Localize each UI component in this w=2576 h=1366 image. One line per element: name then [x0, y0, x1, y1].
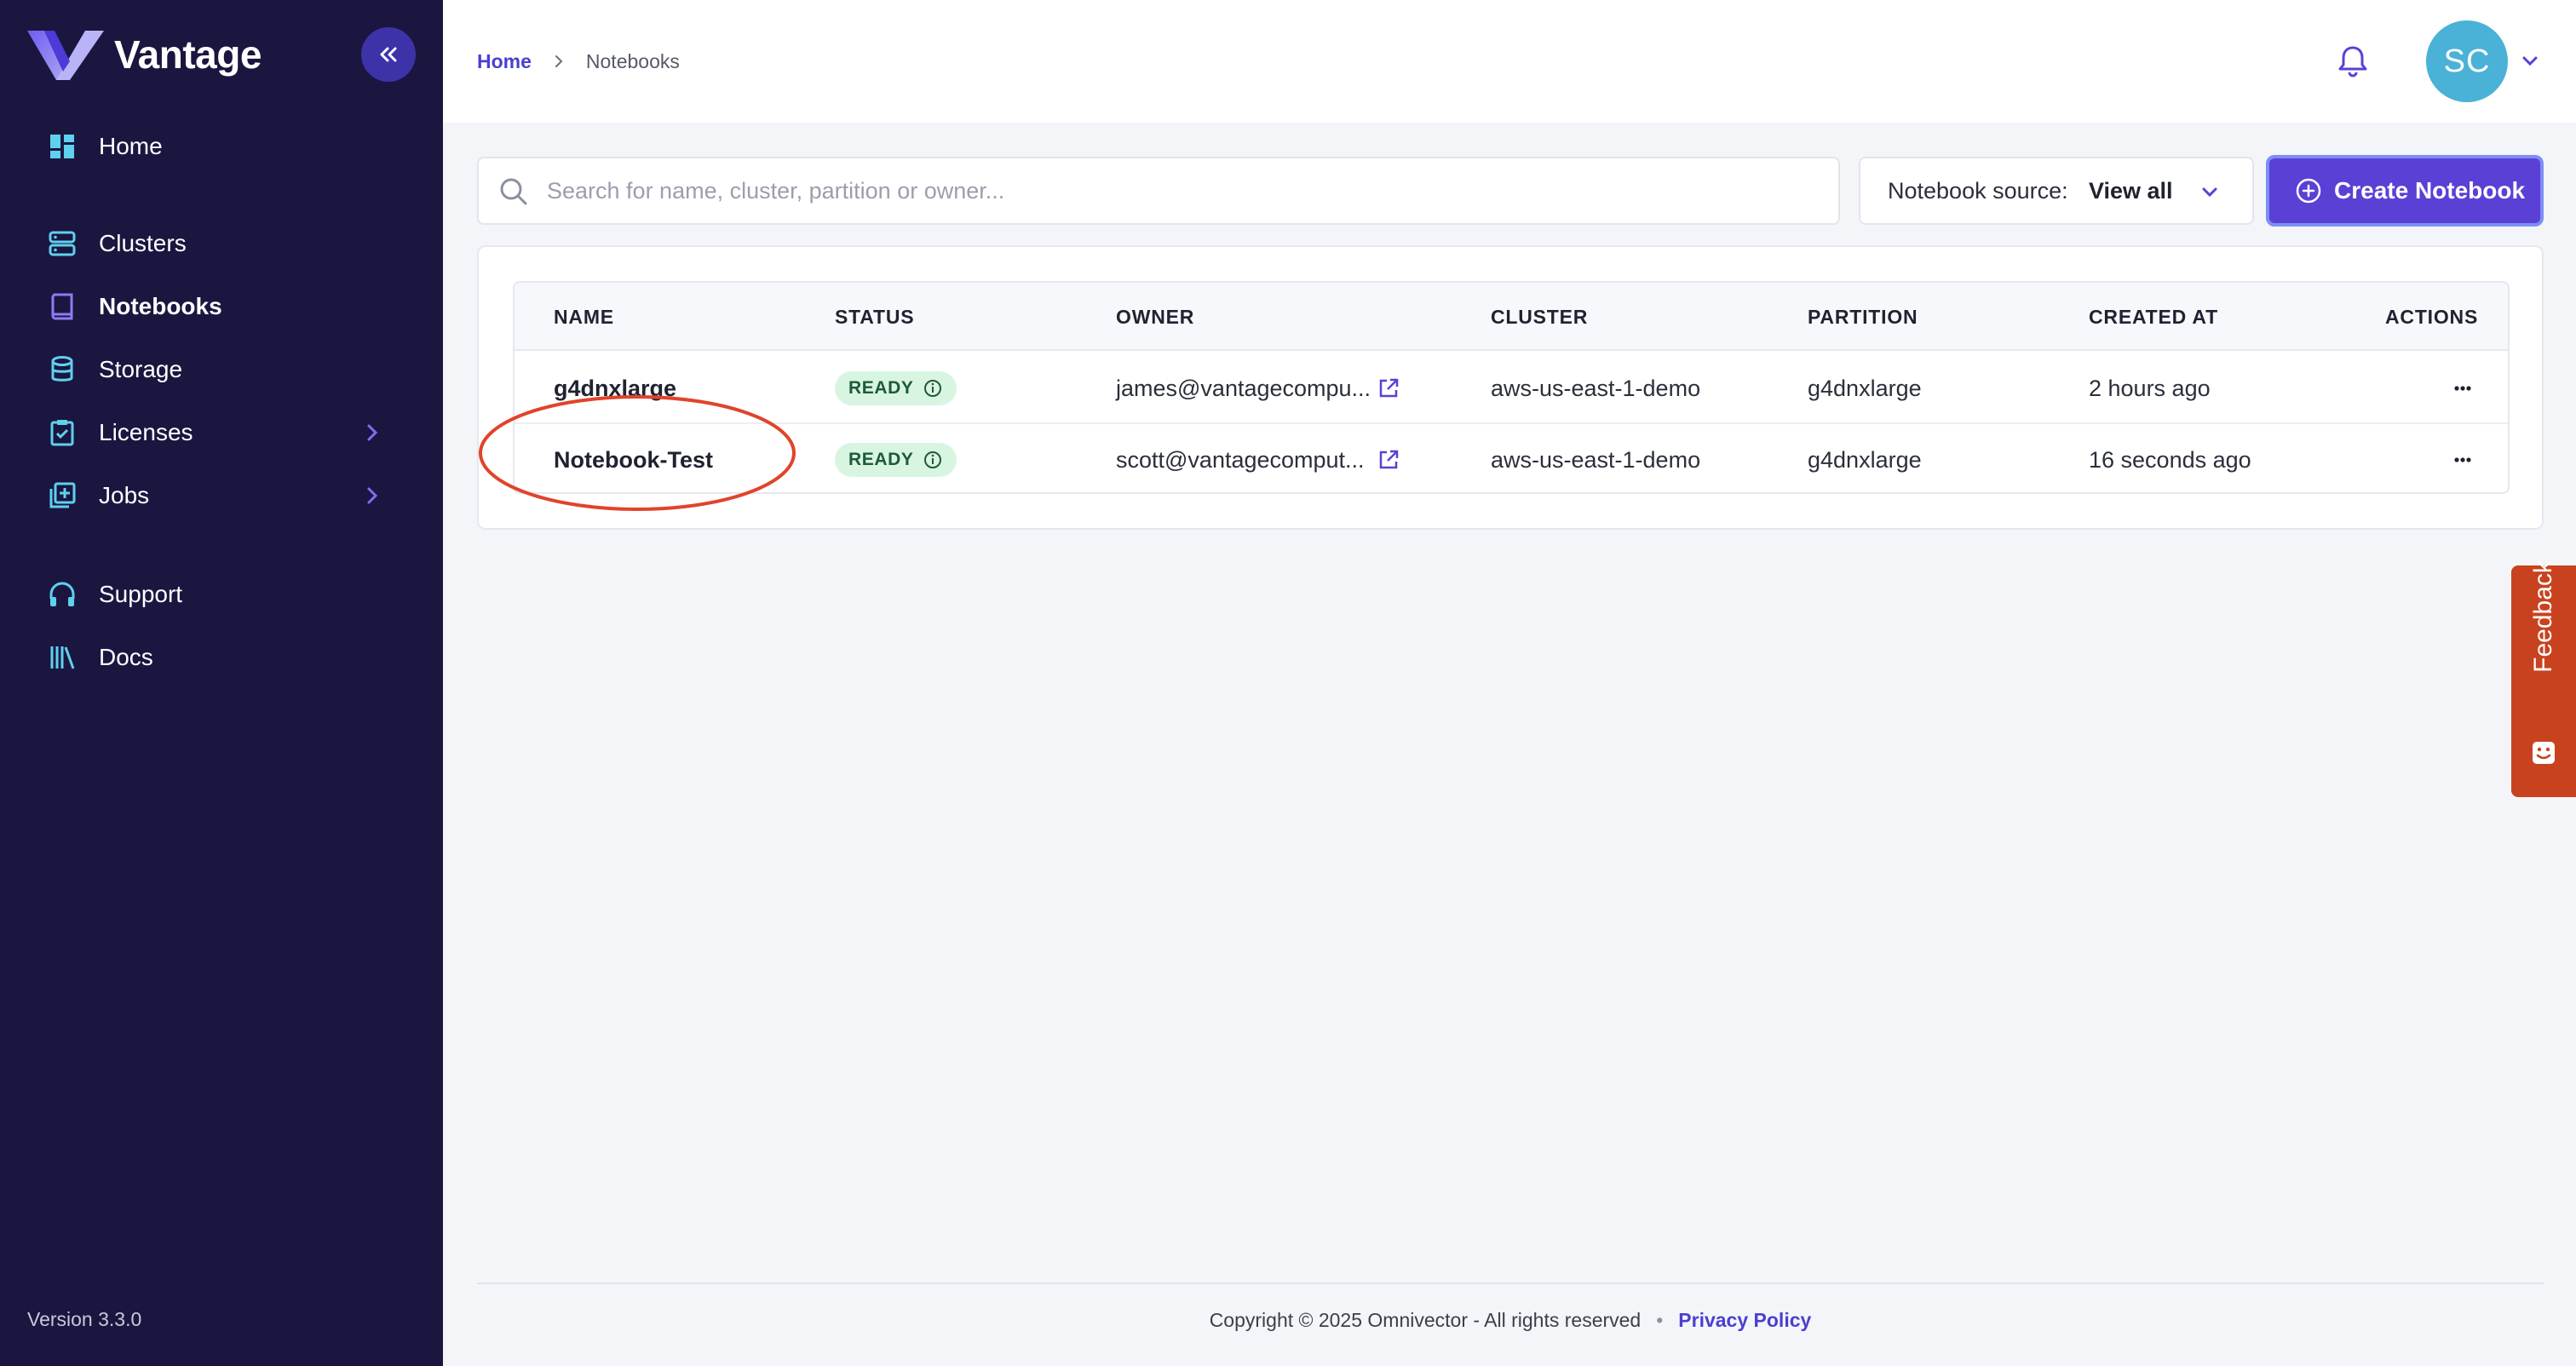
bell-icon[interactable]	[2334, 43, 2372, 80]
smile-chat-icon	[2533, 742, 2555, 764]
column-header-owner[interactable]: OWNER	[1116, 283, 1194, 351]
server-icon	[48, 229, 77, 258]
external-link-icon[interactable]	[1377, 448, 1400, 472]
feedback-label: Feedback	[2529, 560, 2557, 673]
create-notebook-button[interactable]: Create Notebook	[2266, 155, 2544, 227]
info-icon[interactable]	[923, 450, 943, 470]
column-header-cluster[interactable]: CLUSTER	[1491, 283, 1588, 351]
double-chevron-left-icon	[380, 47, 397, 62]
sidebar-item-licenses[interactable]: Licenses	[0, 407, 443, 458]
table-header: NAME STATUS OWNER CLUSTER PARTITION CREA…	[515, 283, 2508, 351]
feedback-tab[interactable]: Feedback	[2511, 560, 2576, 797]
table-row[interactable]: g4dnxlarge READY james@vantagecompu... a…	[515, 353, 2508, 424]
column-header-status[interactable]: STATUS	[835, 283, 914, 351]
created-at: 16 seconds ago	[2089, 447, 2251, 473]
partition-name: g4dnxlarge	[1808, 447, 1922, 473]
cluster-name: aws-us-east-1-demo	[1491, 376, 1701, 401]
notebooks-table: NAME STATUS OWNER CLUSTER PARTITION CREA…	[513, 281, 2510, 494]
search-icon	[500, 178, 527, 205]
sidebar-item-label: Notebooks	[99, 293, 222, 319]
breadcrumb: Home Notebooks	[477, 44, 680, 78]
privacy-policy-link[interactable]: Privacy Policy	[1678, 1309, 1811, 1332]
column-header-actions: ACTIONS	[2385, 306, 2479, 328]
info-icon[interactable]	[923, 378, 943, 399]
footer: Copyright © 2025 Omnivector - All rights…	[477, 1303, 2544, 1337]
vantage-logo-icon	[27, 31, 104, 80]
status-text: READY	[848, 450, 914, 469]
create-notebook-label: Create Notebook	[2334, 177, 2526, 204]
add-box-icon	[48, 481, 77, 510]
owner-email: scott@vantagecomput...	[1116, 447, 1365, 473]
sidebar-item-docs[interactable]: Docs	[0, 632, 443, 683]
cluster-name: aws-us-east-1-demo	[1491, 447, 1701, 473]
sidebar-item-label: Jobs	[99, 482, 150, 508]
notebook-source-select[interactable]: Notebook source: View all	[1859, 157, 2254, 225]
breadcrumb-current: Notebooks	[585, 49, 680, 72]
table-row[interactable]: Notebook-Test READY scott@vantagecomput.…	[515, 424, 2508, 492]
dashboard-icon	[48, 132, 77, 161]
annotation-ellipse	[479, 395, 796, 511]
chevron-down-icon[interactable]	[2518, 49, 2542, 73]
chevron-right-icon	[555, 55, 563, 67]
sidebar-item-clusters[interactable]: Clusters	[0, 218, 443, 269]
database-icon	[48, 355, 77, 384]
status-text: READY	[848, 378, 914, 398]
sidebar-item-label: Support	[99, 581, 183, 607]
collapse-sidebar-button[interactable]	[361, 27, 416, 82]
sidebar-item-label: Home	[99, 133, 163, 159]
notebook-source-label: Notebook source:	[1888, 177, 2068, 204]
status-badge: READY	[835, 443, 957, 477]
sidebar-item-label: Storage	[99, 356, 183, 382]
search-input[interactable]	[547, 158, 1825, 223]
notebook-source-value: View all	[2089, 177, 2173, 204]
brand[interactable]: Vantage	[26, 26, 262, 83]
chevron-right-icon	[367, 487, 378, 504]
chevron-right-icon	[367, 424, 378, 441]
more-actions-icon[interactable]	[2450, 450, 2475, 470]
chevron-down-icon	[2202, 187, 2217, 198]
sidebar-item-jobs[interactable]: Jobs	[0, 470, 443, 521]
sidebar-item-home[interactable]: Home	[0, 121, 443, 172]
copyright-text: Copyright © 2025 Omnivector - All rights…	[1209, 1308, 1642, 1331]
partition-name: g4dnxlarge	[1808, 376, 1922, 401]
sidebar-item-label: Licenses	[99, 419, 193, 445]
sidebar-item-notebooks[interactable]: Notebooks	[0, 281, 443, 332]
clipboard-check-icon	[48, 418, 77, 447]
headset-icon	[48, 580, 77, 609]
notebook-icon	[48, 292, 77, 321]
sidebar-item-support[interactable]: Support	[0, 569, 443, 620]
column-header-created-at[interactable]: CREATED AT	[2089, 283, 2218, 351]
footer-divider	[477, 1283, 2544, 1284]
breadcrumb-home-link[interactable]: Home	[477, 50, 532, 73]
footer-separator: •	[1656, 1308, 1664, 1331]
search-box	[477, 157, 1840, 225]
top-header: Home Notebooks SC	[443, 0, 2576, 123]
created-at: 2 hours ago	[2089, 376, 2211, 401]
avatar[interactable]: SC	[2426, 20, 2508, 102]
external-link-icon[interactable]	[1377, 376, 1400, 400]
column-header-partition[interactable]: PARTITION	[1808, 283, 1918, 351]
sidebar: Vantage Home Clusters Notebooks Storage	[0, 0, 443, 1366]
library-icon	[48, 643, 77, 672]
more-actions-icon[interactable]	[2450, 378, 2475, 399]
owner-email: james@vantagecompu...	[1116, 376, 1371, 401]
brand-name: Vantage	[114, 32, 262, 77]
sidebar-item-label: Docs	[99, 644, 153, 670]
plus-circle-icon	[2296, 178, 2321, 204]
sidebar-item-label: Clusters	[99, 230, 187, 256]
status-badge: READY	[835, 371, 957, 405]
sidebar-item-storage[interactable]: Storage	[0, 344, 443, 395]
column-header-name[interactable]: NAME	[554, 283, 614, 351]
version-label: Version 3.3.0	[27, 1308, 142, 1330]
